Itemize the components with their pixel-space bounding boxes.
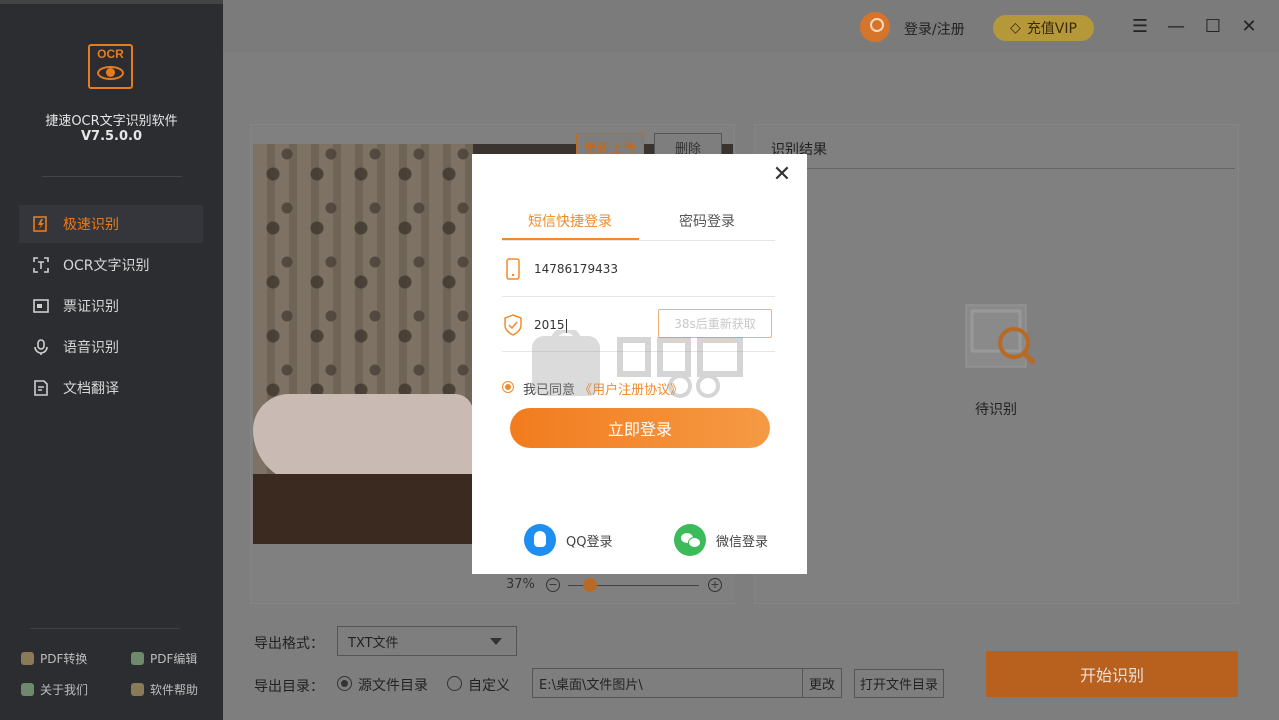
sidebar-item-fast-recognition[interactable]: 极速识别 bbox=[19, 205, 203, 243]
sidebar-item-label: 极速识别 bbox=[63, 217, 119, 233]
agree-radio[interactable] bbox=[502, 381, 514, 393]
export-format-select[interactable]: TXT文件 bbox=[337, 626, 517, 656]
about-label: 关于我们 bbox=[40, 683, 89, 697]
change-dir-button[interactable]: 更改 bbox=[802, 668, 842, 698]
photo-arm bbox=[253, 394, 473, 484]
pdf-edit-label: PDF编辑 bbox=[150, 652, 198, 666]
topbar: 登录/注册 ◇ 充值VIP ☰ — ☐ ✕ bbox=[223, 0, 1279, 52]
phone-icon bbox=[506, 258, 520, 280]
radio-source-dir[interactable] bbox=[337, 676, 352, 691]
menu-icon[interactable]: ☰ bbox=[1129, 16, 1151, 37]
zoom-percent: 37% bbox=[506, 577, 535, 592]
tab-divider bbox=[502, 240, 775, 241]
phone-underline bbox=[502, 296, 775, 297]
sidebar-item-ticket[interactable]: 票证识别 bbox=[19, 287, 203, 325]
sidebar-item-label: 票证识别 bbox=[63, 299, 119, 315]
tab-password-login[interactable]: 密码登录 bbox=[679, 211, 735, 231]
sidebar-item-voice[interactable]: 语音识别 bbox=[19, 328, 203, 366]
pdf-edit-link[interactable]: PDF编辑 bbox=[131, 650, 197, 667]
sidebar: OCR 捷速OCR文字识别软件 V7.5.0.0 极速识别 OCR文字识别 票证… bbox=[0, 0, 223, 720]
export-dir-label: 导出目录： bbox=[254, 679, 324, 695]
modal-close-icon[interactable]: ✕ bbox=[771, 164, 793, 186]
help-link[interactable]: 软件帮助 bbox=[131, 681, 198, 698]
pending-label: 待识别 bbox=[975, 402, 1017, 418]
chevron-down-icon bbox=[490, 638, 502, 645]
zoom-out-icon[interactable]: − bbox=[546, 578, 560, 592]
radio-custom-dir[interactable] bbox=[447, 676, 462, 691]
sidebar-item-label: OCR文字识别 bbox=[63, 258, 150, 274]
diamond-icon: ◇ bbox=[1010, 20, 1021, 36]
radio-source-label: 源文件目录 bbox=[358, 678, 428, 694]
microphone-icon bbox=[32, 338, 50, 356]
pdf-convert-icon bbox=[21, 652, 34, 665]
card-icon bbox=[32, 297, 50, 315]
qq-icon bbox=[524, 524, 556, 556]
maximize-icon[interactable]: ☐ bbox=[1202, 16, 1224, 37]
qq-login-button[interactable]: QQ登录 bbox=[524, 524, 612, 556]
wechat-login-label: 微信登录 bbox=[716, 534, 769, 550]
help-icon bbox=[131, 683, 144, 696]
app-version: V7.5.0.0 bbox=[80, 129, 143, 144]
about-link[interactable]: 关于我们 bbox=[21, 681, 88, 698]
app-name: 捷速OCR文字识别软件 bbox=[45, 114, 178, 129]
phone-input[interactable]: 14786179433 bbox=[534, 262, 618, 276]
radio-custom-label: 自定义 bbox=[468, 678, 510, 694]
sidebar-item-label: 语音识别 bbox=[63, 340, 119, 356]
pending-image-icon bbox=[965, 304, 1036, 368]
window-close-icon[interactable]: ✕ bbox=[1238, 16, 1260, 37]
export-format-label: 导出格式： bbox=[254, 636, 324, 652]
logo-pupil bbox=[106, 68, 115, 77]
zoom-slider-handle[interactable] bbox=[583, 578, 597, 592]
scan-frame-icon bbox=[32, 256, 50, 274]
sidebar-divider bbox=[42, 176, 182, 177]
wechat-login-button[interactable]: 微信登录 bbox=[674, 524, 768, 556]
photo-table bbox=[253, 474, 473, 544]
logo-text: OCR bbox=[97, 47, 124, 61]
sidebar-item-label: 文档翻译 bbox=[63, 381, 119, 397]
vip-button[interactable]: ◇ 充值VIP bbox=[993, 15, 1094, 41]
app-logo: OCR bbox=[88, 44, 133, 89]
start-recognition-button[interactable]: 开始识别 bbox=[986, 651, 1238, 697]
translate-doc-icon bbox=[32, 379, 50, 397]
result-divider bbox=[769, 168, 1235, 169]
title-strip bbox=[0, 0, 223, 4]
shield-icon bbox=[504, 314, 522, 336]
qq-login-label: QQ登录 bbox=[566, 534, 613, 550]
pdf-convert-link[interactable]: PDF转换 bbox=[21, 650, 87, 667]
format-value: TXT文件 bbox=[348, 635, 399, 651]
pdf-convert-label: PDF转换 bbox=[40, 652, 88, 666]
help-label: 软件帮助 bbox=[150, 683, 199, 697]
sidebar-item-translate[interactable]: 文档翻译 bbox=[19, 369, 203, 407]
login-now-button[interactable]: 立即登录 bbox=[510, 408, 770, 448]
sidebar-bottom-divider bbox=[30, 628, 180, 629]
about-icon bbox=[21, 683, 34, 696]
export-path-input[interactable]: E:\桌面\文件图片\ bbox=[532, 668, 803, 698]
sidebar-item-ocr[interactable]: OCR文字识别 bbox=[19, 246, 203, 284]
zoom-in-icon[interactable]: + bbox=[708, 578, 722, 592]
tab-sms-login[interactable]: 短信快捷登录 bbox=[528, 211, 612, 231]
login-register-link[interactable]: 登录/注册 bbox=[904, 19, 965, 39]
wechat-icon bbox=[674, 524, 706, 556]
pdf-edit-icon bbox=[131, 652, 144, 665]
vip-label: 充值VIP bbox=[1026, 21, 1077, 37]
open-dir-button[interactable]: 打开文件目录 bbox=[854, 669, 944, 698]
lightning-doc-icon bbox=[32, 215, 50, 233]
user-avatar-icon[interactable] bbox=[860, 12, 890, 42]
minimize-icon[interactable]: — bbox=[1165, 16, 1187, 37]
watermark-logo bbox=[532, 330, 743, 398]
